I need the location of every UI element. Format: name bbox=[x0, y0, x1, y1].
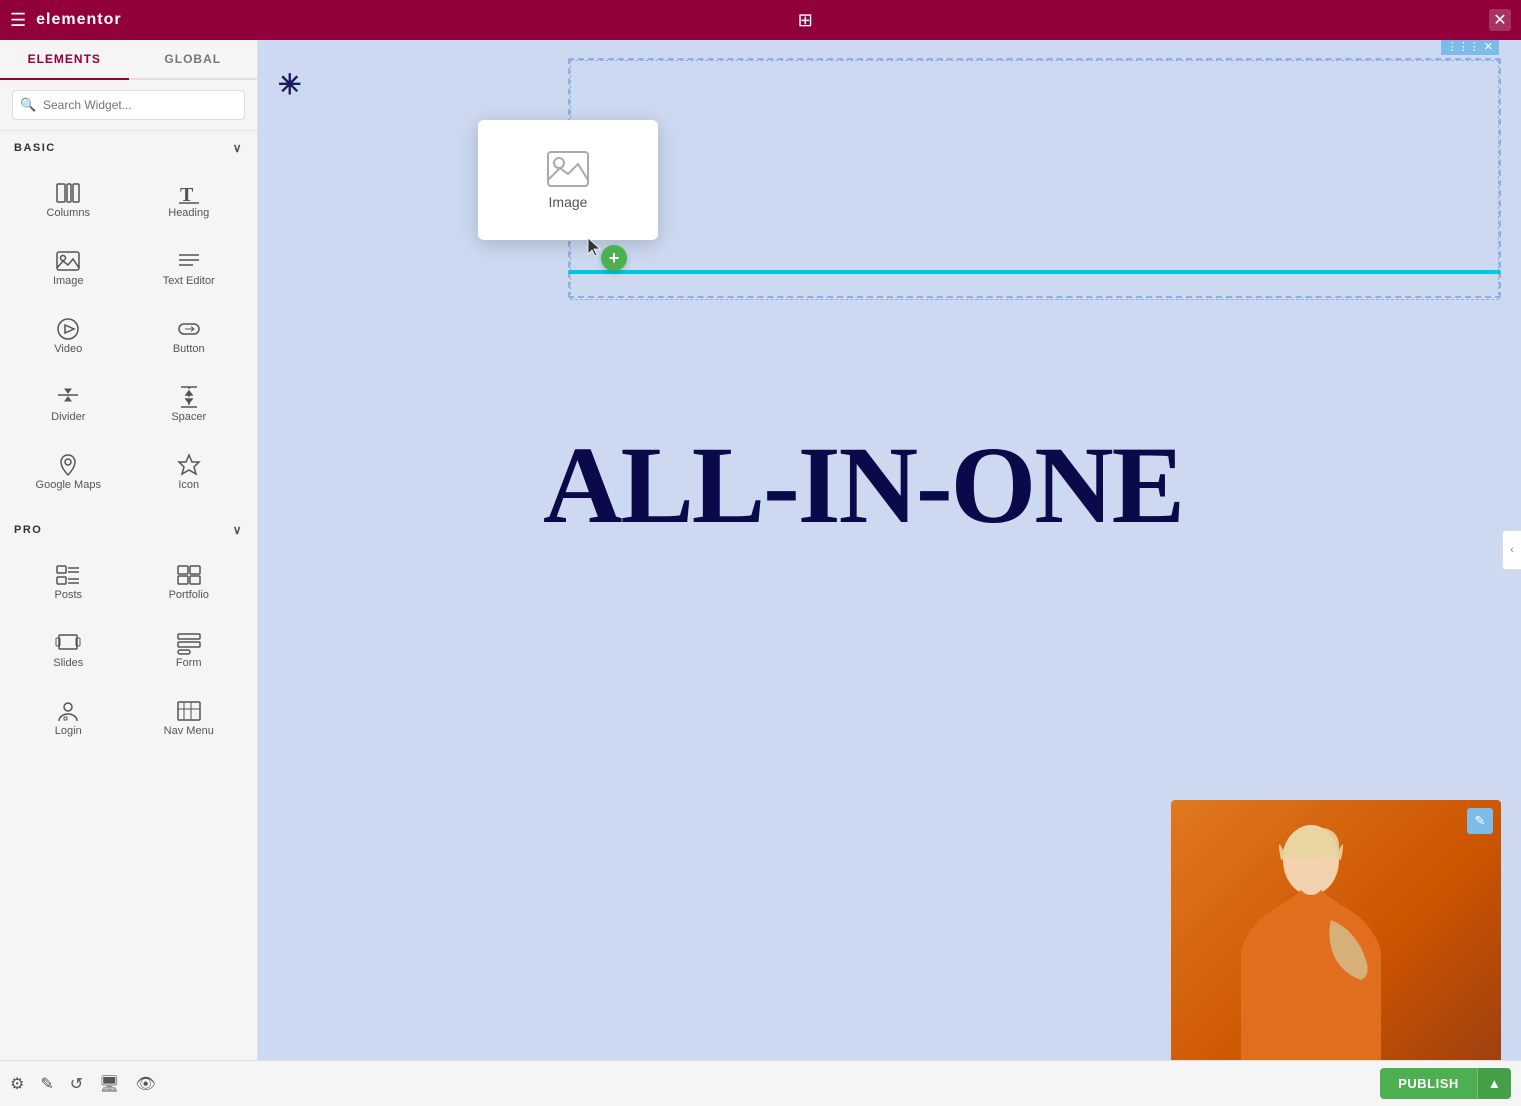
widget-spacer-label: Spacer bbox=[171, 411, 206, 423]
widget-portfolio[interactable]: Portfolio bbox=[129, 545, 250, 613]
canvas-inner: ✳ ⋮⋮⋮ ✕ Image bbox=[258, 40, 1521, 1060]
widget-google-maps[interactable]: Google Maps bbox=[8, 435, 129, 503]
search-icon: 🔍 bbox=[20, 97, 36, 113]
tab-global[interactable]: GLOBAL bbox=[129, 40, 258, 78]
photo-edit-button[interactable]: ✎ bbox=[1467, 808, 1493, 834]
eye-icon[interactable]: 👁 bbox=[135, 1074, 155, 1094]
chevron-down-icon: ∨ bbox=[233, 141, 243, 155]
widget-divider[interactable]: Divider bbox=[8, 367, 129, 435]
add-widget-button[interactable]: + bbox=[601, 245, 627, 271]
widget-text-editor[interactable]: Text Editor bbox=[129, 231, 250, 299]
slides-icon bbox=[54, 629, 82, 657]
publish-button[interactable]: PUBLISH bbox=[1380, 1068, 1477, 1099]
widget-posts-label: Posts bbox=[54, 589, 82, 601]
widget-video[interactable]: Video bbox=[8, 299, 129, 367]
search-input[interactable] bbox=[12, 90, 245, 120]
widget-form-label: Form bbox=[176, 657, 202, 669]
section-basic-header[interactable]: BASIC ∨ bbox=[0, 131, 257, 163]
photo-section: ✎ bbox=[1171, 800, 1501, 1060]
woman-figure bbox=[1201, 820, 1421, 1060]
widget-image[interactable]: Image bbox=[8, 231, 129, 299]
widget-columns-label: Columns bbox=[47, 207, 90, 219]
section-pro-header[interactable]: PRO ∨ bbox=[0, 513, 257, 545]
widget-form[interactable]: Form bbox=[129, 613, 250, 681]
close-button[interactable]: ✕ bbox=[1489, 9, 1511, 31]
video-icon bbox=[54, 315, 82, 343]
main-container: ELEMENTS GLOBAL 🔍 BASIC ∨ bbox=[0, 40, 1521, 1060]
section-topbar: ⋮⋮⋮ ✕ bbox=[1441, 40, 1499, 55]
all-in-one-text: ALL-IN-ONE bbox=[543, 430, 1511, 540]
edit-icon[interactable]: ✎ bbox=[40, 1074, 53, 1094]
hamburger-icon[interactable]: ☰ bbox=[10, 10, 26, 31]
pro-widget-grid: Posts Portfolio Slides bbox=[0, 545, 257, 759]
sidebar-tabs: ELEMENTS GLOBAL bbox=[0, 40, 257, 80]
cursor-icon bbox=[586, 236, 604, 258]
image-drag-card: Image bbox=[478, 120, 658, 240]
widget-slides[interactable]: Slides bbox=[8, 613, 129, 681]
canvas-area: ‹ ✳ ⋮⋮⋮ ✕ Image bbox=[258, 40, 1521, 1060]
widget-button-label: Button bbox=[173, 343, 205, 355]
widget-heading-label: Heading bbox=[168, 207, 209, 219]
widget-heading[interactable]: T Heading bbox=[129, 163, 250, 231]
widget-nav-menu-label: Nav Menu bbox=[164, 725, 214, 737]
image-icon bbox=[54, 247, 82, 275]
settings-icon[interactable]: ⚙ bbox=[10, 1074, 24, 1094]
column-dashed bbox=[570, 60, 1499, 300]
section-dots-icon[interactable]: ⋮⋮⋮ bbox=[1447, 40, 1480, 53]
posts-icon bbox=[54, 561, 82, 589]
widget-image-label: Image bbox=[53, 275, 84, 287]
image-drag-label: Image bbox=[549, 194, 588, 210]
image-drag-icon bbox=[546, 150, 590, 188]
section-pro-label: PRO bbox=[14, 524, 42, 536]
widget-divider-label: Divider bbox=[51, 411, 85, 423]
widget-video-label: Video bbox=[54, 343, 82, 355]
divider-icon bbox=[54, 383, 82, 411]
widget-google-maps-label: Google Maps bbox=[36, 479, 101, 491]
history-icon[interactable]: ↺ bbox=[70, 1074, 83, 1094]
tab-elements[interactable]: ELEMENTS bbox=[0, 40, 129, 80]
form-icon bbox=[175, 629, 203, 657]
login-icon bbox=[54, 697, 82, 725]
section-container[interactable]: ⋮⋮⋮ ✕ bbox=[568, 58, 1501, 298]
grid-icon[interactable]: ⊞ bbox=[798, 10, 813, 31]
bottom-bar: ⚙ ✎ ↺ 🖥 👁 PUBLISH ▲ bbox=[0, 1060, 1521, 1106]
portfolio-icon bbox=[175, 561, 203, 589]
columns-icon bbox=[54, 179, 82, 207]
toggle-sidebar-button[interactable]: ‹ bbox=[1502, 530, 1521, 570]
logo-text: elementor bbox=[36, 11, 121, 29]
widget-login[interactable]: Login bbox=[8, 681, 129, 749]
responsive-icon[interactable]: 🖥 bbox=[99, 1074, 119, 1094]
button-icon bbox=[175, 315, 203, 343]
widget-nav-menu[interactable]: Nav Menu bbox=[129, 681, 250, 749]
publish-btn-wrap: PUBLISH ▲ bbox=[1380, 1068, 1511, 1099]
widget-button[interactable]: Button bbox=[129, 299, 250, 367]
widget-slides-label: Slides bbox=[53, 657, 83, 669]
widget-icon-label: Icon bbox=[178, 479, 199, 491]
widget-portfolio-label: Portfolio bbox=[169, 589, 209, 601]
widget-spacer[interactable]: Spacer bbox=[129, 367, 250, 435]
cyan-divider-line bbox=[568, 270, 1501, 274]
search-box: 🔍 bbox=[0, 80, 257, 131]
publish-arrow-button[interactable]: ▲ bbox=[1477, 1068, 1511, 1099]
text-editor-icon bbox=[175, 247, 203, 275]
widget-login-label: Login bbox=[55, 725, 82, 737]
spacer-icon bbox=[175, 383, 203, 411]
section-basic-label: BASIC bbox=[14, 142, 56, 154]
canvas-asterisk: ✳ bbox=[278, 68, 301, 101]
section-close-icon[interactable]: ✕ bbox=[1484, 40, 1493, 53]
bottom-icons: ⚙ ✎ ↺ 🖥 👁 bbox=[10, 1074, 156, 1094]
photo-background bbox=[1171, 800, 1501, 1060]
pro-chevron-down-icon: ∨ bbox=[233, 523, 243, 537]
basic-widget-grid: Columns T Heading Image bbox=[0, 163, 257, 513]
heading-icon: T bbox=[175, 179, 203, 207]
widget-icon[interactable]: Icon bbox=[129, 435, 250, 503]
widget-columns[interactable]: Columns bbox=[8, 163, 129, 231]
sidebar: ELEMENTS GLOBAL 🔍 BASIC ∨ bbox=[0, 40, 258, 1060]
widget-posts[interactable]: Posts bbox=[8, 545, 129, 613]
widget-text-editor-label: Text Editor bbox=[163, 275, 215, 287]
top-bar: ☰ elementor ⊞ ✕ bbox=[0, 0, 1521, 40]
google-maps-icon bbox=[54, 451, 82, 479]
icon-icon bbox=[175, 451, 203, 479]
nav-menu-icon bbox=[175, 697, 203, 725]
